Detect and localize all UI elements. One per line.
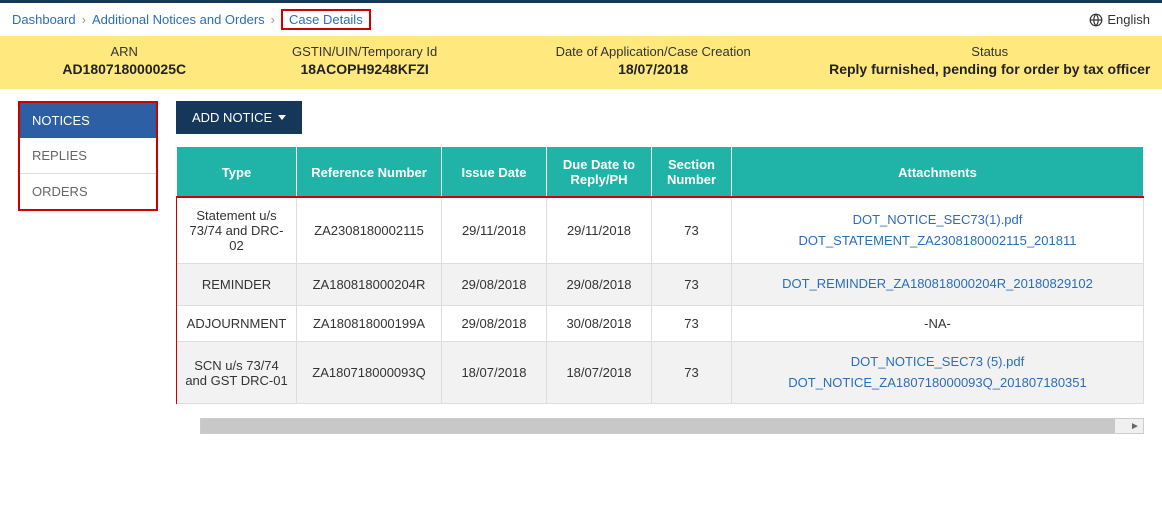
cell-reference: ZA2308180002115 xyxy=(297,198,442,264)
cell-reference: ZA180718000093Q xyxy=(297,341,442,404)
summary-arn: ARN AD180718000025C xyxy=(4,44,244,77)
scroll-thumb[interactable] xyxy=(201,419,1115,433)
date-value: 18/07/2018 xyxy=(485,61,822,77)
arn-value: AD180718000025C xyxy=(4,61,244,77)
attachment-link[interactable]: DOT_NOTICE_ZA180718000093Q_201807180351 xyxy=(740,373,1135,394)
table-row: SCN u/s 73/74 and GST DRC-01ZA1807180000… xyxy=(177,341,1144,404)
th-reference: Reference Number xyxy=(297,147,442,198)
cell-type: Statement u/s 73/74 and DRC-02 xyxy=(177,198,297,264)
cell-due-date: 29/08/2018 xyxy=(547,264,652,306)
cell-type: SCN u/s 73/74 and GST DRC-01 xyxy=(177,341,297,404)
cell-due-date: 18/07/2018 xyxy=(547,341,652,404)
summary-date: Date of Application/Case Creation 18/07/… xyxy=(485,44,822,77)
gstin-label: GSTIN/UIN/Temporary Id xyxy=(244,44,484,59)
breadcrumb-dashboard[interactable]: Dashboard xyxy=(12,12,76,27)
notices-table-wrap: Type Reference Number Issue Date Due Dat… xyxy=(176,146,1144,404)
status-value: Reply furnished, pending for order by ta… xyxy=(821,61,1158,77)
date-label: Date of Application/Case Creation xyxy=(485,44,822,59)
breadcrumb-sep: › xyxy=(82,12,86,27)
th-section: Section Number xyxy=(652,147,732,198)
table-row: ADJOURNMENTZA180818000199A29/08/201830/0… xyxy=(177,305,1144,341)
sidebar-item-replies[interactable]: REPLIES xyxy=(20,138,156,174)
language-selector[interactable]: English xyxy=(1089,12,1150,27)
attachment-link[interactable]: DOT_NOTICE_SEC73 (5).pdf xyxy=(740,352,1135,373)
cell-section: 73 xyxy=(652,305,732,341)
arn-label: ARN xyxy=(4,44,244,59)
content-area: NOTICES REPLIES ORDERS ADD NOTICE Type R… xyxy=(0,89,1162,404)
case-summary-bar: ARN AD180718000025C GSTIN/UIN/Temporary … xyxy=(0,36,1162,89)
cell-due-date: 30/08/2018 xyxy=(547,305,652,341)
sidebar-item-orders[interactable]: ORDERS xyxy=(20,174,156,209)
summary-gstin: GSTIN/UIN/Temporary Id 18ACOPH9248KFZI xyxy=(244,44,484,77)
caret-down-icon xyxy=(278,115,286,120)
cell-section: 73 xyxy=(652,264,732,306)
breadcrumb-sep: › xyxy=(271,12,275,27)
th-attachments: Attachments xyxy=(732,147,1144,198)
add-notice-label: ADD NOTICE xyxy=(192,110,272,125)
horizontal-scrollbar[interactable]: ◄ ► xyxy=(200,418,1144,434)
breadcrumb: Dashboard › Additional Notices and Order… xyxy=(0,0,1162,36)
breadcrumb-items: Dashboard › Additional Notices and Order… xyxy=(12,9,371,30)
globe-icon xyxy=(1089,13,1103,27)
cell-type: REMINDER xyxy=(177,264,297,306)
notices-table: Type Reference Number Issue Date Due Dat… xyxy=(176,146,1144,404)
summary-status: Status Reply furnished, pending for orde… xyxy=(821,44,1158,77)
cell-due-date: 29/11/2018 xyxy=(547,198,652,264)
gstin-value: 18ACOPH9248KFZI xyxy=(244,61,484,77)
table-row: Statement u/s 73/74 and DRC-02ZA23081800… xyxy=(177,198,1144,264)
attachment-na: -NA- xyxy=(924,316,951,331)
cell-attachments: -NA- xyxy=(732,305,1144,341)
cell-type: ADJOURNMENT xyxy=(177,305,297,341)
th-due-date: Due Date to Reply/PH xyxy=(547,147,652,198)
breadcrumb-additional-notices[interactable]: Additional Notices and Orders xyxy=(92,12,265,27)
status-label: Status xyxy=(821,44,1158,59)
main-panel: ADD NOTICE Type Reference Number Issue D… xyxy=(176,101,1144,404)
cell-reference: ZA180818000204R xyxy=(297,264,442,306)
cell-attachments: DOT_NOTICE_SEC73(1).pdfDOT_STATEMENT_ZA2… xyxy=(732,198,1144,264)
sidebar: NOTICES REPLIES ORDERS xyxy=(18,101,158,211)
scroll-right-arrow-icon[interactable]: ► xyxy=(1127,419,1143,433)
cell-section: 73 xyxy=(652,341,732,404)
cell-issue-date: 29/11/2018 xyxy=(442,198,547,264)
table-header-row: Type Reference Number Issue Date Due Dat… xyxy=(177,147,1144,198)
cell-attachments: DOT_REMINDER_ZA180818000204R_20180829102 xyxy=(732,264,1144,306)
add-notice-button[interactable]: ADD NOTICE xyxy=(176,101,302,134)
sidebar-item-notices[interactable]: NOTICES xyxy=(20,103,156,138)
attachment-link[interactable]: DOT_REMINDER_ZA180818000204R_20180829102 xyxy=(740,274,1135,295)
cell-issue-date: 29/08/2018 xyxy=(442,305,547,341)
attachment-link[interactable]: DOT_STATEMENT_ZA2308180002115_201811 xyxy=(740,231,1135,252)
cell-issue-date: 18/07/2018 xyxy=(442,341,547,404)
breadcrumb-case-details: Case Details xyxy=(281,9,371,30)
attachment-link[interactable]: DOT_NOTICE_SEC73(1).pdf xyxy=(740,210,1135,231)
cell-reference: ZA180818000199A xyxy=(297,305,442,341)
cell-section: 73 xyxy=(652,198,732,264)
language-label: English xyxy=(1107,12,1150,27)
cell-attachments: DOT_NOTICE_SEC73 (5).pdfDOT_NOTICE_ZA180… xyxy=(732,341,1144,404)
cell-issue-date: 29/08/2018 xyxy=(442,264,547,306)
th-type: Type xyxy=(177,147,297,198)
th-issue-date: Issue Date xyxy=(442,147,547,198)
table-row: REMINDERZA180818000204R29/08/201829/08/2… xyxy=(177,264,1144,306)
table-body: Statement u/s 73/74 and DRC-02ZA23081800… xyxy=(177,198,1144,404)
